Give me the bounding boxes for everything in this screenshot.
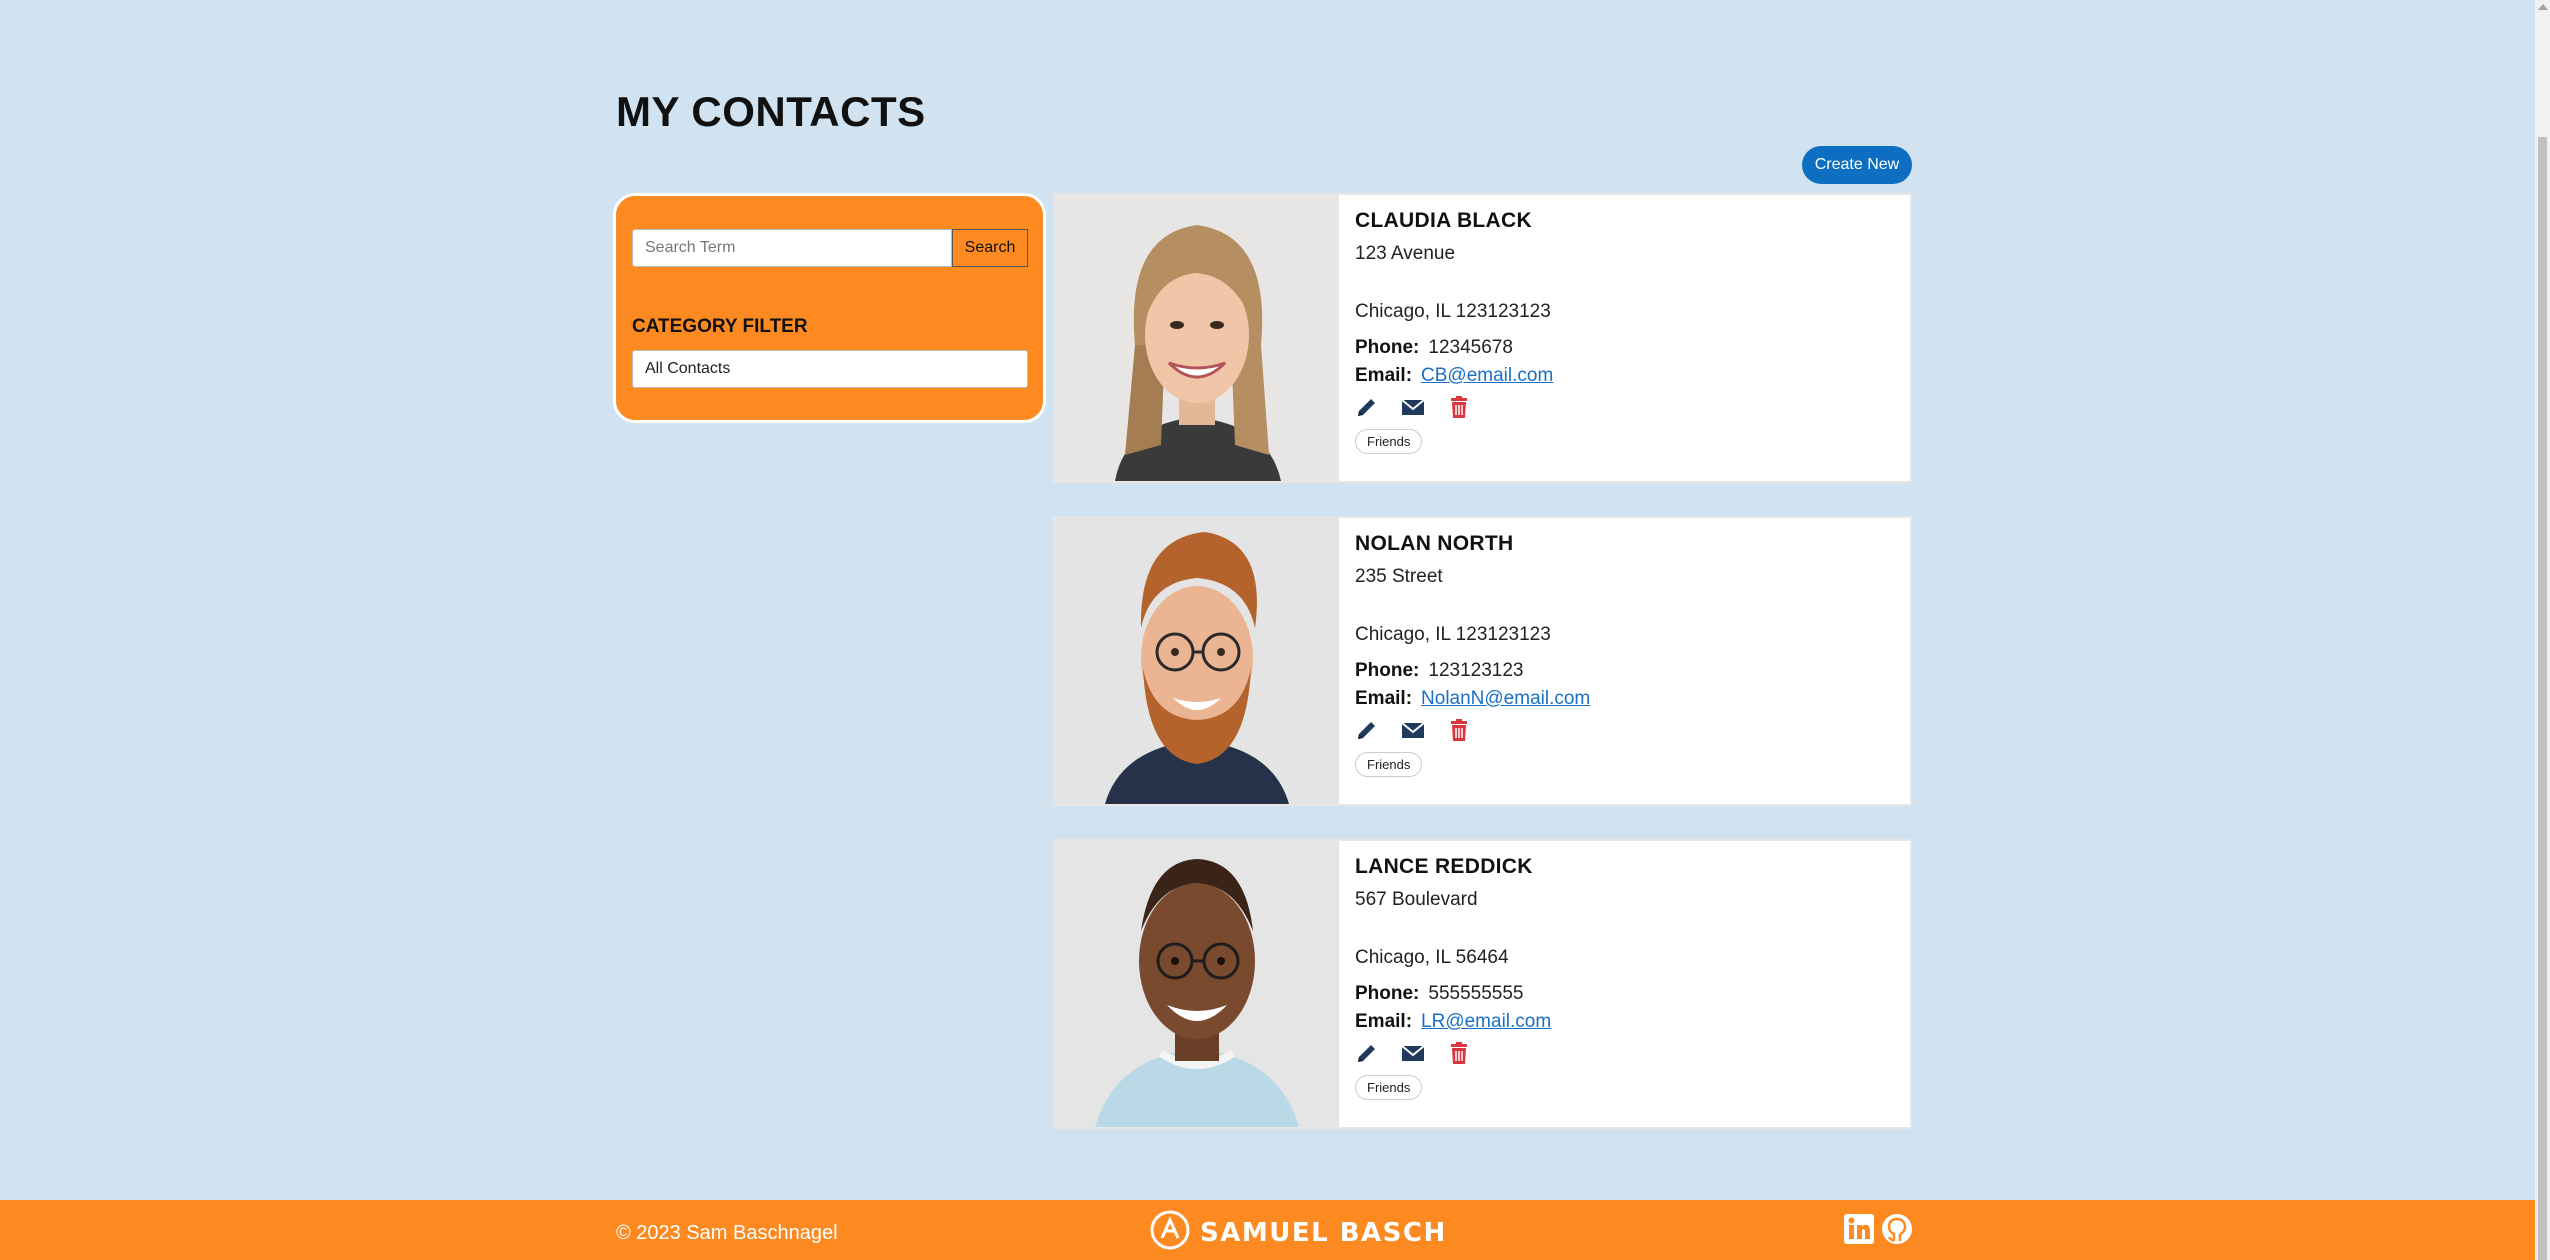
contact-info: CLAUDIA BLACK 123 Avenue Chicago, IL 123… [1355,209,1900,454]
contact-address-line1: 123 Avenue [1355,243,1456,264]
vertical-scrollbar[interactable] [2535,0,2550,1260]
envelope-icon[interactable] [1401,718,1425,742]
category-badge: Friends [1355,429,1423,454]
pencil-icon[interactable] [1355,395,1379,419]
scroll-up-arrow-icon[interactable] [2538,4,2548,10]
contact-email-link[interactable]: NolanN@email.com [1421,688,1590,710]
contact-email-link[interactable]: CB@email.com [1421,365,1553,387]
contact-phone-row: Phone: 555555555 [1355,983,1900,1005]
envelope-icon[interactable] [1401,1041,1425,1065]
category-badge: Friends [1355,1075,1423,1100]
contact-phone: 555555555 [1428,983,1524,1004]
contact-email-link[interactable]: LR@email.com [1421,1011,1551,1033]
contact-email-row: Email: CB@email.com [1355,365,1900,387]
contact-info: LANCE REDDICK 567 Boulevard Chicago, IL … [1355,855,1900,1100]
category-select[interactable]: All Contacts [632,350,1028,388]
pencil-icon[interactable] [1355,1041,1379,1065]
contact-email-row: Email: LR@email.com [1355,1011,1900,1033]
contact-address-line1: 567 Boulevard [1355,889,1478,910]
contact-phone: 123123123 [1428,660,1524,681]
brand-name: SAMUEL BASCH [1200,1217,1447,1248]
phone-label: Phone: [1355,337,1420,358]
contact-address-line2: Chicago, IL 123123123 [1355,301,1551,322]
search-button[interactable]: Search [952,229,1028,267]
copyright-text: © 2023 Sam Baschnagel [616,1222,838,1244]
social-links [1843,1213,1913,1245]
contact-info: NOLAN NORTH 235 Street Chicago, IL 12312… [1355,532,1900,777]
contact-photo [1055,195,1339,481]
category-badge: Friends [1355,752,1423,777]
trash-icon[interactable] [1447,1041,1471,1065]
scrollbar-thumb[interactable] [2538,137,2547,1260]
contact-phone-row: Phone: 12345678 [1355,337,1900,359]
envelope-icon[interactable] [1401,395,1425,419]
phone-label: Phone: [1355,983,1420,1004]
email-label: Email: [1355,365,1413,386]
contact-photo-image [1055,841,1339,1127]
contact-name: NOLAN NORTH [1355,532,1514,555]
contact-actions [1355,718,1900,742]
create-new-button[interactable]: Create New [1802,146,1912,184]
email-label: Email: [1355,688,1413,709]
contact-photo [1055,841,1339,1127]
phone-label: Phone: [1355,660,1420,681]
contact-photo-image [1055,195,1339,481]
search-input[interactable] [632,229,952,267]
contact-photo [1055,518,1339,804]
linkedin-icon[interactable] [1843,1213,1875,1245]
filter-panel: Search CATEGORY FILTER All Contacts [613,193,1046,423]
contact-name: LANCE REDDICK [1355,855,1533,878]
search-row: Search [632,229,1028,267]
category-filter-label: CATEGORY FILTER [632,316,808,337]
contact-address-line1: 235 Street [1355,566,1443,587]
contact-card: NOLAN NORTH 235 Street Chicago, IL 12312… [1053,516,1912,806]
contact-actions [1355,395,1900,419]
contact-address-line2: Chicago, IL 123123123 [1355,624,1551,645]
contact-phone-row: Phone: 123123123 [1355,660,1900,682]
contact-photo-image [1055,518,1339,804]
trash-icon[interactable] [1447,395,1471,419]
page: MY CONTACTS Create New Search CATEGORY F… [0,0,2535,1260]
contact-card: LANCE REDDICK 567 Boulevard Chicago, IL … [1053,839,1912,1129]
trash-icon[interactable] [1447,718,1471,742]
pencil-icon[interactable] [1355,718,1379,742]
contact-email-row: Email: NolanN@email.com [1355,688,1900,710]
contact-name: CLAUDIA BLACK [1355,209,1532,232]
contact-actions [1355,1041,1900,1065]
contact-card: CLAUDIA BLACK 123 Avenue Chicago, IL 123… [1053,193,1912,483]
github-icon[interactable] [1881,1213,1913,1245]
footer: © 2023 Sam Baschnagel SAMUEL BASCH [0,1200,2535,1260]
page-title: MY CONTACTS [616,88,926,135]
contact-phone: 12345678 [1428,337,1513,358]
logo-icon [1150,1210,1190,1255]
email-label: Email: [1355,1011,1413,1032]
brand-logo-link[interactable]: SAMUEL BASCH [1150,1210,1447,1255]
contact-address-line2: Chicago, IL 56464 [1355,947,1509,968]
